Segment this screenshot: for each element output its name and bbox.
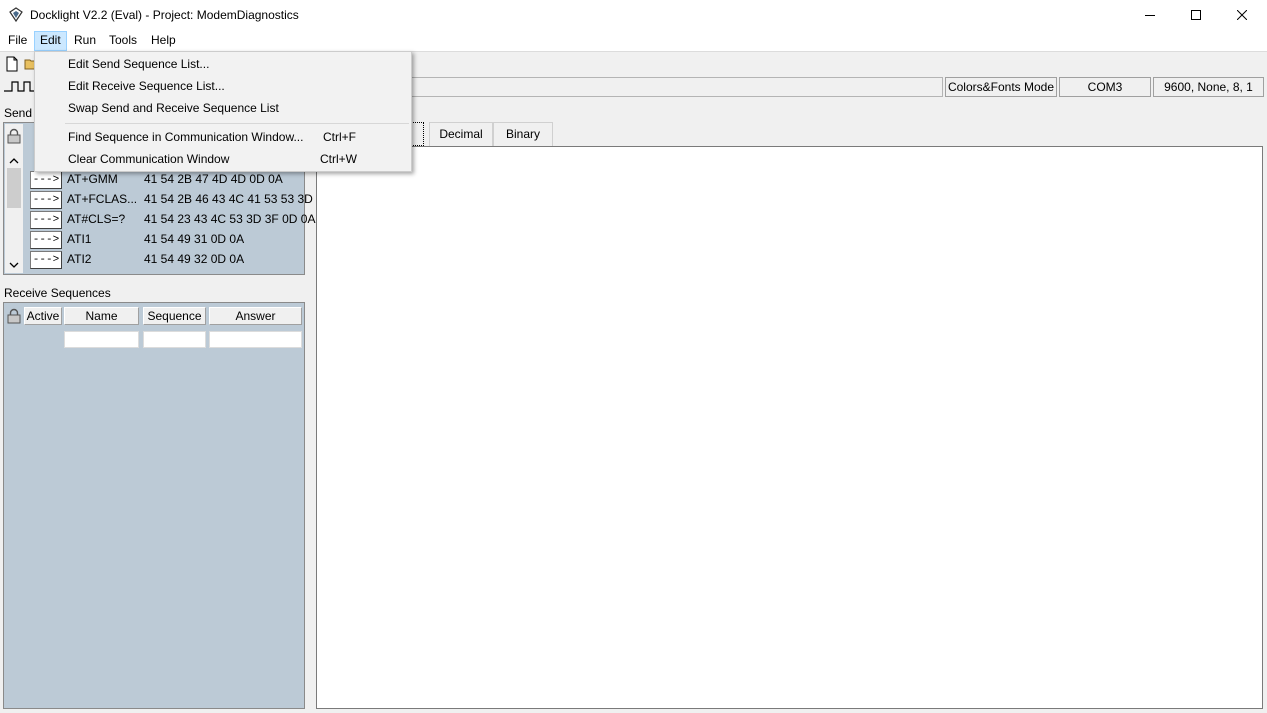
send-name: ATI1 [67,232,92,246]
menu-help[interactable]: Help [145,31,182,51]
lock-icon [7,308,21,324]
status-mode: Colors&Fonts Mode [945,77,1057,97]
send-name: ATI2 [67,252,92,266]
menu-item-edit-receive-list[interactable]: Edit Receive Sequence List... [35,75,411,97]
send-row: ---> AT+GMM 41 54 2B 47 4D 4D 0D 0A [28,169,304,189]
send-name: AT+FCLAS... [67,192,138,206]
menu-item-label: Swap Send and Receive Sequence List [68,101,279,115]
menu-file[interactable]: File [2,31,33,51]
send-button[interactable]: ---> [30,211,62,229]
menu-item-label: Edit Receive Sequence List... [68,79,225,93]
close-button[interactable] [1219,0,1265,30]
receive-name-cell[interactable] [64,331,139,348]
lock-icon [7,128,21,144]
window-title: Docklight V2.2 (Eval) - Project: ModemDi… [30,8,299,22]
send-panel-label: Send [4,106,33,120]
tab-binary[interactable]: Binary [493,122,553,146]
column-header-answer[interactable]: Answer [209,307,302,325]
send-sequence: 41 54 2B 46 43 4C 41 53 53 3D [144,192,313,206]
send-row: ---> AT+FCLAS... 41 54 2B 46 43 4C 41 53… [28,189,313,209]
send-sequence: 41 54 49 31 0D 0A [144,232,245,246]
maximize-button[interactable] [1173,0,1219,30]
menu-bar: File Edit Run Tools Help [0,30,1267,51]
menu-item-swap-lists[interactable]: Swap Send and Receive Sequence List [35,97,411,119]
docklight-icon [9,7,23,23]
send-sequence: 41 54 49 32 0D 0A [144,252,245,266]
receive-sequence-panel: Active Name Sequence Answer [3,302,305,709]
send-name: AT#CLS=? [67,212,126,226]
send-row: ---> ATI2 41 54 49 32 0D 0A [28,249,304,269]
send-button[interactable]: ---> [30,231,62,249]
send-sequence: 41 54 2B 47 4D 4D 0D 0A [144,172,283,186]
scroll-up-icon[interactable] [9,156,19,166]
receive-sequence-cell[interactable] [143,331,206,348]
edit-menu-dropdown: Edit Send Sequence List... Edit Receive … [34,51,412,172]
column-header-active[interactable]: Active [24,307,62,325]
send-name: AT+GMM [67,172,118,186]
maximize-icon [1191,10,1201,20]
send-button[interactable]: ---> [30,191,62,209]
title-bar: Docklight V2.2 (Eval) - Project: ModemDi… [0,0,1267,30]
send-row: ---> AT#CLS=? 41 54 23 43 4C 53 3D 3F 0D… [28,209,315,229]
scroll-thumb[interactable] [7,168,21,208]
menu-item-label: Edit Send Sequence List... [68,57,210,71]
communication-window[interactable] [316,146,1263,709]
minimize-icon [1145,15,1155,16]
menu-edit[interactable]: Edit [34,31,67,51]
status-port: COM3 [1059,77,1151,97]
menu-item-label: Find Sequence in Communication Window... [68,130,304,144]
menu-tools[interactable]: Tools [103,31,143,51]
menu-item-shortcut: Ctrl+F [323,130,356,144]
receive-panel-label: Receive Sequences [4,286,111,300]
new-file-icon[interactable] [4,56,20,72]
close-icon [1237,10,1247,20]
minimize-button[interactable] [1127,0,1173,30]
menu-run[interactable]: Run [68,31,102,51]
menu-item-label: Clear Communication Window [68,152,230,166]
receive-answer-cell[interactable] [209,331,302,348]
status-settings: 9600, None, 8, 1 [1153,77,1264,97]
send-button[interactable]: ---> [30,251,62,269]
menu-item-find-sequence[interactable]: Find Sequence in Communication Window...… [35,126,411,148]
tab-decimal[interactable]: Decimal [429,122,493,146]
menu-separator [65,123,409,124]
column-header-name[interactable]: Name [64,307,139,325]
status-message [370,77,943,97]
send-scrollbar[interactable] [5,124,23,273]
send-sequence: 41 54 23 43 4C 53 3D 3F 0D 0A [144,212,316,226]
column-header-sequence[interactable]: Sequence [143,307,206,325]
menu-item-edit-send-list[interactable]: Edit Send Sequence List... [35,53,411,75]
menu-item-shortcut: Ctrl+W [320,152,357,166]
send-row: ---> ATI1 41 54 49 31 0D 0A [28,229,304,249]
scroll-down-icon[interactable] [9,260,19,270]
menu-item-clear-window[interactable]: Clear Communication Window Ctrl+W [35,148,411,170]
send-button[interactable]: ---> [30,171,62,189]
